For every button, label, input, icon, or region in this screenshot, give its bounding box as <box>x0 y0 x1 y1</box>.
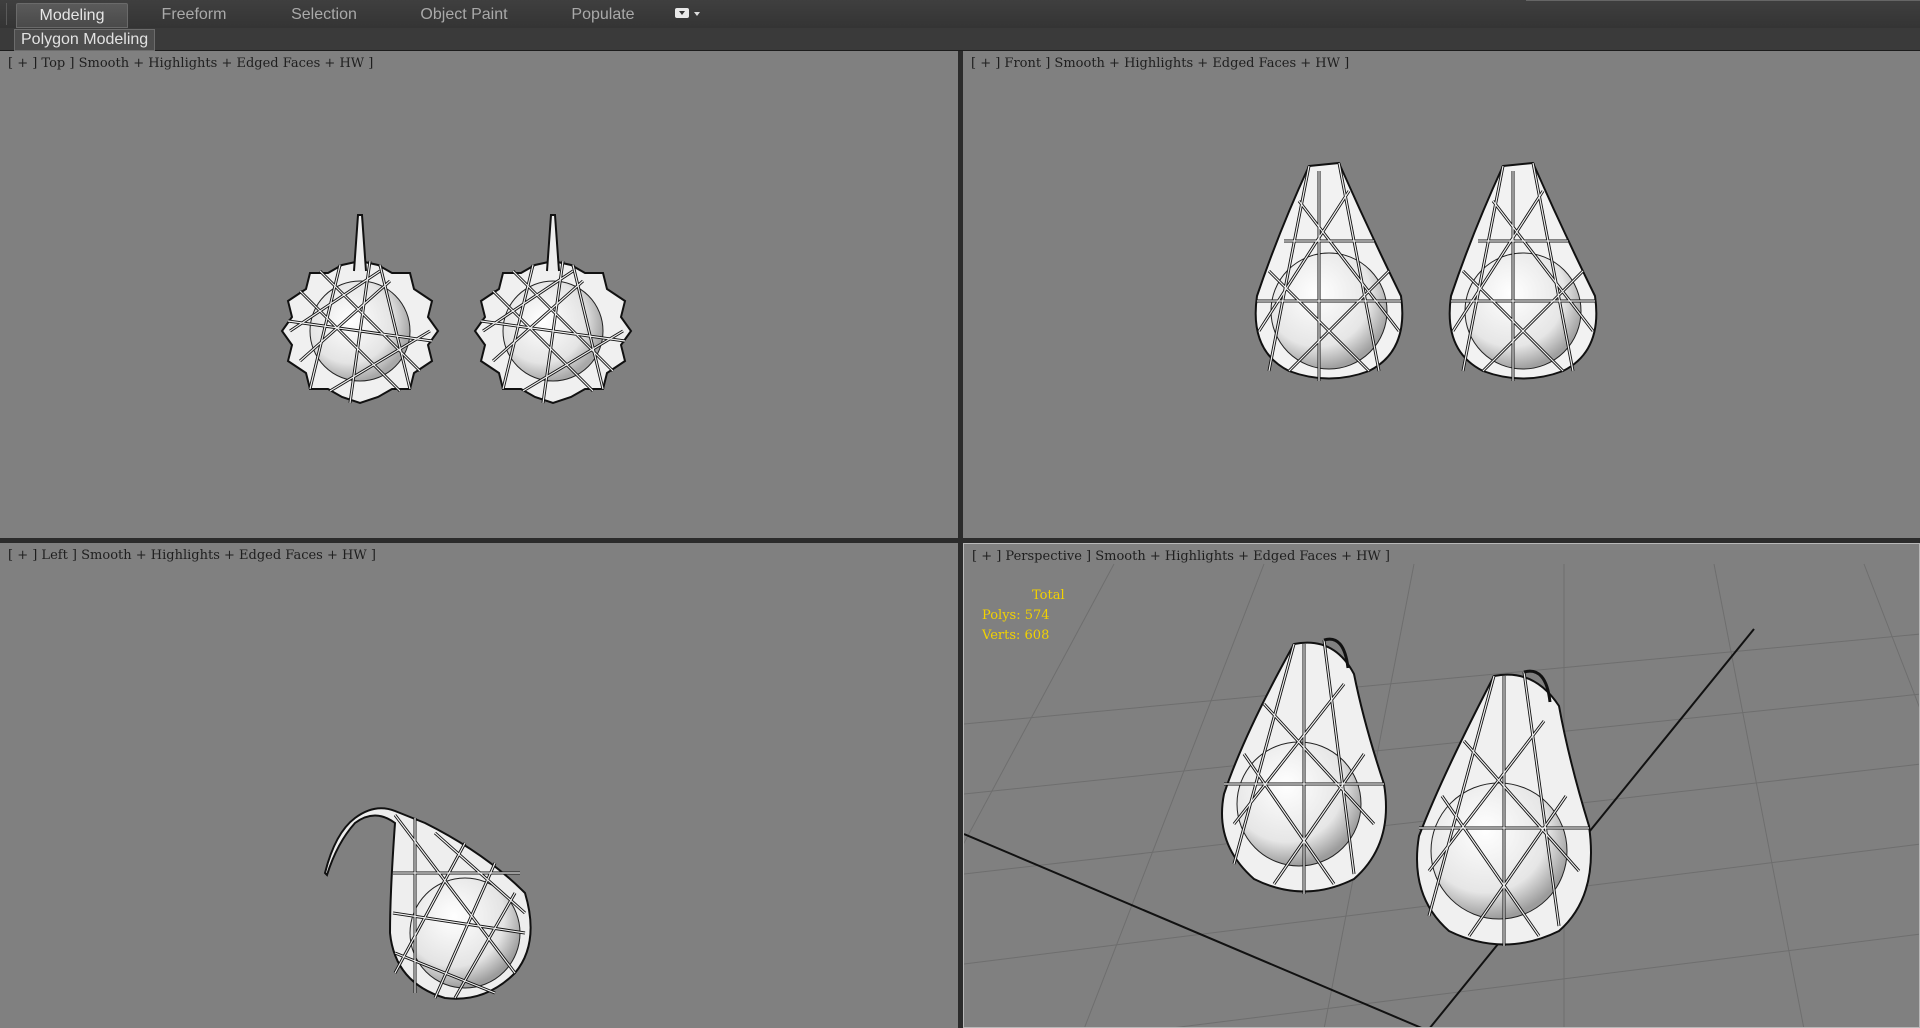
perspective-view-scene <box>964 563 1919 1027</box>
pear-top-1 <box>280 214 440 405</box>
viewport-top[interactable]: [ + ] Top ] Smooth + Highlights + Edged … <box>0 51 958 538</box>
pear-persp-2 <box>1416 669 1592 946</box>
left-view-scene <box>323 807 532 1000</box>
ribbon-panel-bar: Polygon Modeling <box>0 28 1920 51</box>
tab-populate[interactable]: Populate <box>550 3 656 26</box>
ribbon-options-icon[interactable] <box>672 6 704 22</box>
front-view-scene <box>1254 161 1598 381</box>
tab-freeform[interactable]: Freeform <box>138 3 250 26</box>
tab-selection[interactable]: Selection <box>268 3 380 26</box>
viewport-left[interactable]: [ + ] Left ] Smooth + Highlights + Edged… <box>0 543 958 1028</box>
chevron-down-icon <box>694 12 700 16</box>
pear-side <box>323 807 532 1000</box>
pear-front-1 <box>1254 161 1404 381</box>
pear-front-2 <box>1448 161 1598 381</box>
ribbon-tab-bar: Modeling Freeform Selection Object Paint… <box>0 0 1920 29</box>
ribbon-divider <box>1526 0 1920 1</box>
pear-persp-1 <box>1221 637 1387 894</box>
top-view-scene <box>280 214 633 405</box>
tab-modeling[interactable]: Modeling <box>16 3 128 28</box>
polygon-modeling-panel-button[interactable]: Polygon Modeling <box>14 29 156 51</box>
tab-object-paint[interactable]: Object Paint <box>402 3 526 26</box>
pear-top-2 <box>473 214 633 405</box>
viewport-perspective[interactable]: [ + ] Perspective ] Smooth + Highlights … <box>963 543 1920 1028</box>
viewport-front[interactable]: [ + ] Front ] Smooth + Highlights + Edge… <box>963 51 1920 538</box>
ribbon-options-box-icon <box>675 8 689 18</box>
